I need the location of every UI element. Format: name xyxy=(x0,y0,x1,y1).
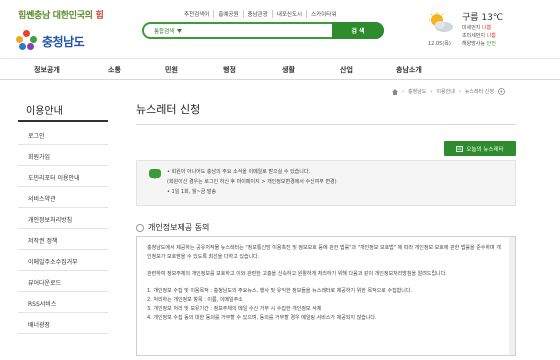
sidebar-item-copyright-policy[interactable]: 저작권 정책 xyxy=(18,229,108,250)
air-quality-list: 미세먼지 나쁨 초미세먼지 나쁨 해양방사능 안전 xyxy=(462,24,496,48)
home-icon[interactable] xyxy=(392,88,398,95)
nav-item-industry[interactable]: 산업 xyxy=(340,65,353,75)
terms-list-item: 3. 개인정보 처리 및 보유기간 : 정보주체의 메일 수신 거부 시 수집한… xyxy=(147,306,322,312)
terms-paragraph: 충청남도에서 제공하는 공유저작물 뉴스레터는 "정보통신망 이용촉진 및 정보… xyxy=(147,245,501,260)
terms-list-item: 1. 개인정보 수집 및 이용목적 : 충청남도의 주요뉴스, 행사 및 유익한… xyxy=(147,288,413,294)
keyword-link[interactable]: 충남관광 xyxy=(244,10,273,18)
keyword-link[interactable]: 홍예공원 xyxy=(214,10,244,18)
status-badge: 나쁨 xyxy=(482,25,492,31)
logo-text: 충청남도 xyxy=(42,34,85,49)
breadcrumb-link[interactable]: 이용안내 xyxy=(436,88,454,95)
terms-list-item: 4. 개인정보 수집 동의 대한 동의를 거부할 수 있으며, 동의를 거부할 … xyxy=(147,315,377,321)
page-title: 뉴스레터 신청 xyxy=(136,103,201,116)
speech-bubble-icon xyxy=(149,169,161,179)
search-button[interactable]: 검 색 xyxy=(332,22,384,39)
chevron-down-icon xyxy=(177,29,183,33)
nav-item-communication[interactable]: 소통 xyxy=(108,65,121,75)
notice-line: • 1일 1회, 월~금 발송 xyxy=(167,189,217,195)
nav-item-info-disclosure[interactable]: 정보공개 xyxy=(34,65,60,75)
share-icon[interactable] xyxy=(498,88,505,95)
sidebar-item-email-refusal[interactable]: 이메일주소수집거부 xyxy=(18,250,108,271)
notice-line: • 회원이 아니어도 충남의 주요 소식을 이메일로 받으실 수 있습니다. xyxy=(167,169,311,175)
notice-box: • 회원이 아니어도 충남의 주요 소식을 이메일로 받으실 수 있습니다. (… xyxy=(136,160,516,206)
main-navigation: 정보공개 소통 민원 행정 생활 산업 충남소개 xyxy=(0,58,560,80)
nav-item-life[interactable]: 생활 xyxy=(282,65,295,75)
logo-mark-icon xyxy=(16,30,38,52)
title-divider xyxy=(136,124,516,125)
slogan-text-1: 힘쎈충남 xyxy=(18,11,50,21)
sidebar-item-rss[interactable]: RSS서비스 xyxy=(18,292,108,313)
nav-item-about[interactable]: 충남소개 xyxy=(396,65,422,75)
sidebar-item-signup[interactable]: 회원가입 xyxy=(18,145,108,166)
slogan-text-3: 힘 xyxy=(95,11,104,21)
air-quality-row: 해양방사능 안전 xyxy=(462,41,496,47)
weather-date: 12.05(목) xyxy=(428,41,451,47)
sidebar-item-terms[interactable]: 서비스약관 xyxy=(18,187,108,208)
search-category-label: 통합검색 xyxy=(154,29,175,35)
weather-temperature: 구름 13℃ xyxy=(462,13,503,23)
sidebar-item-reporter-guide[interactable]: 도민리포터 이용안내 xyxy=(18,166,108,187)
terms-paragraph: 관련하여 정보주체의 개인정보를 보호하고 이와 관련한 고충을 신속하고 원활… xyxy=(147,271,447,277)
sidebar-item-viewer-download[interactable]: 뷰어다운로드 xyxy=(18,271,108,292)
terms-list-item: 2. 처리하는 개인정보 항목 : 이름, 이메일주소 xyxy=(147,297,243,303)
air-quality-row: 초미세먼지 나쁨 xyxy=(462,33,496,39)
consent-section-heading: 개인정보제공 동의 xyxy=(136,222,209,233)
sidebar-item-login[interactable]: 로그인 xyxy=(18,124,108,145)
sidebar-item-banners[interactable]: 배너광장 xyxy=(18,313,108,334)
keyword-link[interactable]: 내포신도시 xyxy=(273,10,308,18)
breadcrumb-current: 뉴스레터 신청 xyxy=(464,89,495,95)
recommended-keywords: 추천검색어 홍예공원 충남관광 내포신도시 스카이타워 xyxy=(180,10,340,18)
cloudy-sun-icon xyxy=(429,12,453,32)
document-icon xyxy=(456,145,464,152)
nav-item-administration[interactable]: 행정 xyxy=(223,65,236,75)
chevron-right-icon: › xyxy=(430,88,433,95)
terms-scrollbar[interactable] xyxy=(509,237,515,355)
sidebar-item-privacy-policy[interactable]: 개인정보처리방침 xyxy=(18,208,108,229)
keyword-link[interactable]: 스카이타워 xyxy=(307,10,340,18)
search-bar: 통합검색 검 색 xyxy=(142,22,384,39)
bullet-circle-icon xyxy=(136,223,144,232)
slogan: 힘쎈충남 대한민국의 힘 xyxy=(18,8,104,21)
privacy-terms-box[interactable]: 충청남도에서 제공하는 공유저작물 뉴스레터는 "정보통신망 이용촉진 및 정보… xyxy=(136,236,516,356)
notice-text: • 회원이 아니어도 충남의 주요 소식을 이메일로 받으실 수 있습니다. (… xyxy=(167,167,337,197)
search-category-select[interactable]: 통합검색 xyxy=(154,27,183,35)
status-badge: 안전 xyxy=(486,41,496,47)
site-logo[interactable]: 충청남도 xyxy=(16,30,85,52)
chevron-right-icon: › xyxy=(458,88,461,95)
weather-widget: 12.05(목) 구름 13℃ 미세먼지 나쁨 초미세먼지 나쁨 해양방사능 안… xyxy=(428,8,548,48)
breadcrumb-link[interactable]: 충청남도 xyxy=(408,88,426,95)
today-newsletter-button[interactable]: 오늘의 뉴스레터 xyxy=(444,141,516,156)
search-input[interactable] xyxy=(196,26,326,36)
slogan-text-2: 대한민국의 xyxy=(49,11,96,21)
chevron-right-icon: › xyxy=(402,88,404,95)
air-quality-row: 미세먼지 나쁨 xyxy=(462,25,492,31)
keyword-label: 추천검색어 xyxy=(180,10,215,18)
sidebar-menu: 로그인 회원가입 도민리포터 이용안내 서비스약관 개인정보처리방침 저작권 정… xyxy=(18,124,108,334)
status-badge: 나쁨 xyxy=(486,33,496,39)
consent-section-title: 개인정보제공 동의 xyxy=(148,223,210,232)
nav-item-civil-service[interactable]: 민원 xyxy=(165,65,178,75)
sidebar-title: 이용안내 xyxy=(18,94,108,122)
today-newsletter-label: 오늘의 뉴스레터 xyxy=(466,146,504,153)
breadcrumb: › 충청남도 › 이용안내 › 뉴스레터 신청 xyxy=(392,88,505,95)
privacy-terms-text: 충청남도에서 제공하는 공유저작물 뉴스레터는 "정보통신망 이용촉진 및 정보… xyxy=(147,244,502,323)
notice-line: (회원이신 경우는 로그인 하신 후 마이페이지 > 개인정보변경에서 수신여부… xyxy=(167,179,337,185)
